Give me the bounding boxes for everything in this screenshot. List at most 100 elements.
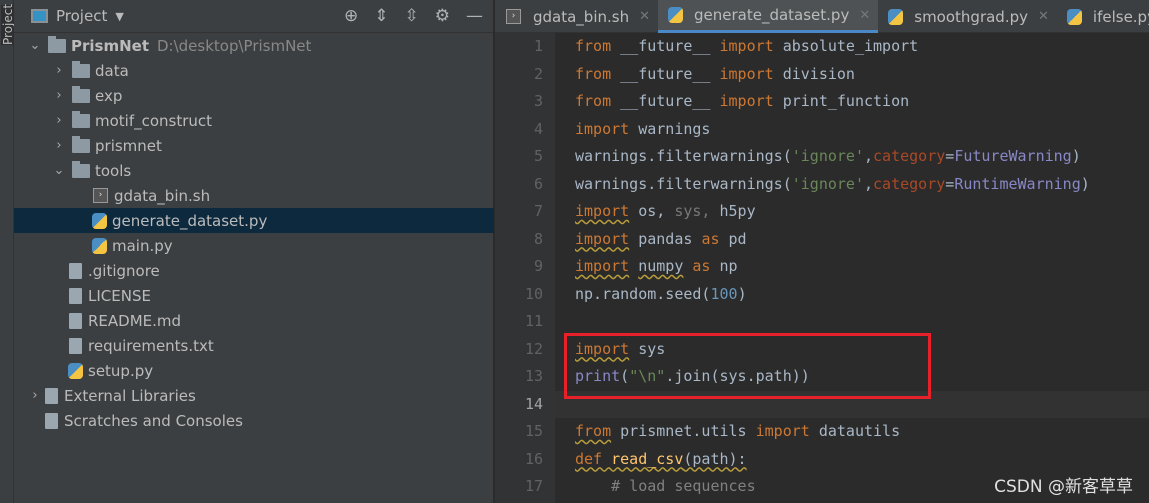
- code-line: warnings.filterwarnings('ignore',categor…: [575, 174, 1090, 193]
- highlight-box: [564, 333, 931, 399]
- editor-tab[interactable]: smoothgrad.py ✕: [878, 0, 1057, 33]
- tree-item[interactable]: › exp: [14, 83, 494, 108]
- line-number: 13: [524, 367, 543, 385]
- code-line: np.random.seed(100): [575, 284, 747, 303]
- chevron-right-icon[interactable]: ›: [52, 88, 66, 103]
- line-number: 6: [533, 174, 543, 193]
- python-file-icon: [68, 362, 83, 379]
- file-icon: [69, 262, 82, 279]
- code-line: import os, sys, h5py: [575, 202, 756, 220]
- tree-item[interactable]: › gdata_bin.sh: [14, 183, 494, 208]
- tree-item-label: main.py: [112, 236, 173, 255]
- tree-item[interactable]: › External Libraries: [14, 383, 494, 408]
- tree-item[interactable]: › motif_construct: [14, 108, 494, 133]
- tree-item-label: README.md: [88, 311, 182, 330]
- tree-item[interactable]: setup.py: [14, 358, 494, 383]
- tree-item[interactable]: README.md: [14, 308, 494, 333]
- python-file-icon: [888, 8, 904, 25]
- tab-label: gdata_bin.sh: [533, 7, 630, 26]
- tree-item[interactable]: .gitignore: [14, 258, 494, 283]
- close-icon[interactable]: ✕: [859, 8, 870, 23]
- tab-label: ifelse.py: [1092, 7, 1149, 26]
- chevron-right-icon[interactable]: ›: [52, 138, 66, 153]
- collapse-all-icon[interactable]: ⇳: [405, 6, 419, 26]
- tree-item-label: .gitignore: [88, 261, 160, 280]
- tree-item[interactable]: › prismnet: [14, 133, 494, 158]
- tree-item-label: PrismNet: [71, 36, 149, 55]
- tree-item-label: gdata_bin.sh: [114, 186, 211, 205]
- line-number: 7: [533, 202, 543, 220]
- shell-file-icon: ›: [93, 188, 108, 203]
- tree-item-label: exp: [95, 86, 123, 105]
- chevron-right-icon[interactable]: ›: [52, 63, 66, 78]
- line-number: 10: [524, 284, 543, 303]
- file-icon: [69, 337, 82, 354]
- editor-tab[interactable]: generate_dataset.py ✕: [658, 0, 879, 33]
- line-number: 9: [533, 257, 543, 275]
- line-number: 5: [533, 147, 543, 165]
- code-line: import numpy as np: [575, 257, 738, 275]
- code-line: from __future__ import absolute_import: [575, 37, 919, 55]
- chevron-right-icon[interactable]: ›: [52, 113, 66, 128]
- line-number: 17: [524, 477, 543, 495]
- folder-icon: [72, 110, 90, 128]
- project-title: Project: [56, 7, 108, 25]
- folder-icon: [72, 60, 90, 78]
- chevron-right-icon[interactable]: ›: [28, 388, 42, 403]
- line-number: 15: [524, 422, 543, 440]
- tree-item[interactable]: LICENSE: [14, 283, 494, 308]
- tree-item-label: setup.py: [88, 361, 154, 380]
- code-line: from __future__ import division: [575, 64, 855, 83]
- tree-item[interactable]: Scratches and Consoles: [14, 408, 494, 433]
- project-panel: Project ▼ ⊕ ⇕ ⇳ ⚙ — ⌄ PrismNet D:\desktop\…: [14, 0, 494, 503]
- code-line: from prismnet.utils import datautils: [575, 422, 901, 440]
- close-icon[interactable]: ✕: [1038, 9, 1049, 24]
- code-line: warnings.filterwarnings('ignore',categor…: [575, 147, 1081, 165]
- file-icon: [69, 312, 82, 329]
- expand-all-icon[interactable]: ⇕: [374, 6, 388, 26]
- editor-tab[interactable]: › gdata_bin.sh ✕: [495, 0, 658, 33]
- tool-window-strip: Project: [0, 0, 15, 503]
- tree-item-label: requirements.txt: [88, 336, 214, 355]
- minimize-icon[interactable]: —: [466, 6, 483, 26]
- python-file-icon: [92, 212, 107, 229]
- locate-icon[interactable]: ⊕: [344, 6, 358, 26]
- project-tool-button[interactable]: Project: [1, 4, 15, 45]
- tree-item[interactable]: main.py: [14, 233, 494, 258]
- project-path: D:\desktop\PrismNet: [157, 36, 312, 55]
- scratches-icon: [45, 412, 58, 429]
- tree-item[interactable]: generate_dataset.py: [14, 208, 494, 233]
- file-icon: [69, 287, 82, 304]
- folder-icon: [72, 160, 90, 178]
- close-icon[interactable]: ✕: [639, 9, 650, 24]
- code-line: import warnings: [575, 119, 711, 138]
- line-number: 14: [524, 394, 543, 413]
- tree-item[interactable]: ⌄ PrismNet D:\desktop\PrismNet: [14, 33, 494, 58]
- project-view-dropdown[interactable]: Project ▼: [31, 7, 124, 25]
- line-number: 12: [524, 339, 543, 358]
- line-number: 3: [533, 92, 543, 110]
- tree-item-label: data: [95, 61, 129, 80]
- gear-icon[interactable]: ⚙: [435, 6, 450, 26]
- chevron-down-icon[interactable]: ⌄: [52, 163, 66, 178]
- chevron-down-icon[interactable]: ⌄: [28, 38, 42, 53]
- tree-item[interactable]: requirements.txt: [14, 333, 494, 358]
- code-line: # load sequences: [611, 477, 756, 495]
- line-number: 11: [524, 312, 543, 330]
- tab-label: smoothgrad.py: [914, 7, 1028, 26]
- project-panel-header: Project ▼ ⊕ ⇕ ⇳ ⚙ —: [14, 0, 493, 33]
- tree-item[interactable]: › data: [14, 58, 494, 83]
- folder-icon: [48, 35, 66, 53]
- shell-file-icon: ›: [506, 9, 521, 24]
- code-line: def read_csv(path):: [575, 449, 747, 468]
- line-number: 4: [533, 119, 543, 138]
- editor-tab[interactable]: ifelse.py✕: [1057, 0, 1149, 33]
- python-file-icon: [92, 237, 107, 254]
- code-line: import pandas as pd: [575, 229, 747, 248]
- tree-item-label: Scratches and Consoles: [64, 411, 243, 430]
- python-file-icon: [1066, 8, 1082, 25]
- python-file-icon: [668, 7, 683, 23]
- tree-item[interactable]: ⌄ tools: [14, 158, 494, 183]
- line-number: 1: [533, 37, 543, 55]
- folder-icon: [72, 85, 90, 103]
